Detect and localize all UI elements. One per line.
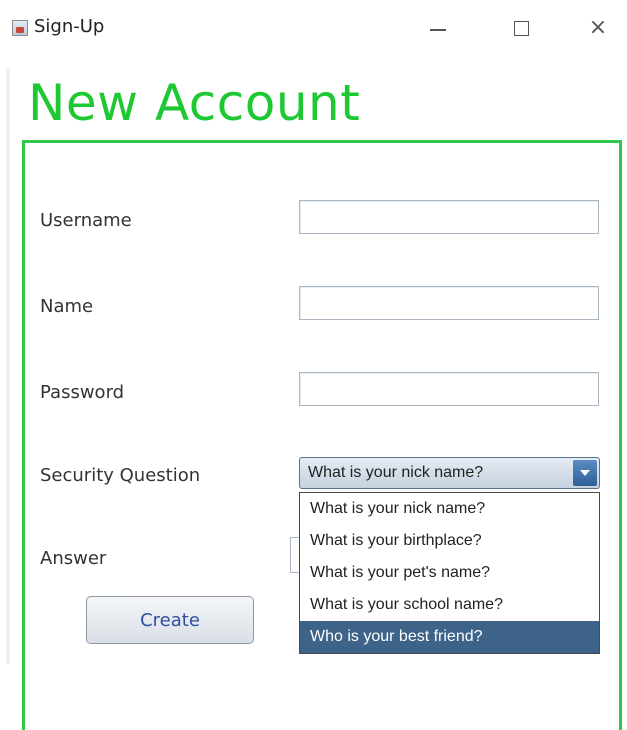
password-label: Password bbox=[40, 382, 125, 403]
password-field[interactable] bbox=[299, 372, 599, 406]
username-field[interactable] bbox=[299, 200, 599, 234]
dropdown-option-pet-name[interactable]: What is your pet's name? bbox=[300, 557, 599, 589]
name-label: Name bbox=[40, 296, 94, 317]
create-button[interactable]: Create bbox=[86, 596, 254, 644]
window-title: Sign-Up bbox=[34, 16, 105, 37]
dropdown-option-birthplace[interactable]: What is your birthplace? bbox=[300, 525, 599, 557]
answer-label: Answer bbox=[40, 548, 107, 569]
security-question-select[interactable]: What is your nick name? bbox=[299, 457, 600, 489]
security-question-label: Security Question bbox=[40, 465, 201, 486]
close-button[interactable]: × bbox=[575, 8, 621, 48]
sign-up-window: Sign-Up × New Account Username Name Pass… bbox=[0, 0, 627, 730]
security-question-dropdown-list: What is your nick name? What is your bir… bbox=[299, 492, 600, 654]
title-bar[interactable]: Sign-Up × bbox=[0, 0, 627, 60]
name-field[interactable] bbox=[299, 286, 599, 320]
java-coffee-cup-icon bbox=[12, 20, 28, 36]
dropdown-option-nick-name[interactable]: What is your nick name? bbox=[300, 493, 599, 525]
dropdown-option-best-friend[interactable]: Who is your best friend? bbox=[300, 621, 599, 653]
minimize-icon bbox=[430, 29, 446, 31]
page-title: New Account bbox=[28, 74, 361, 132]
dropdown-option-school-name[interactable]: What is your school name? bbox=[300, 589, 599, 621]
maximize-icon bbox=[513, 20, 529, 36]
close-icon: × bbox=[588, 15, 608, 40]
maximize-button[interactable] bbox=[498, 8, 544, 48]
username-label: Username bbox=[40, 210, 132, 231]
security-question-selected: What is your nick name? bbox=[308, 464, 484, 481]
chevron-down-icon[interactable] bbox=[573, 460, 597, 486]
minimize-button[interactable] bbox=[415, 8, 461, 48]
